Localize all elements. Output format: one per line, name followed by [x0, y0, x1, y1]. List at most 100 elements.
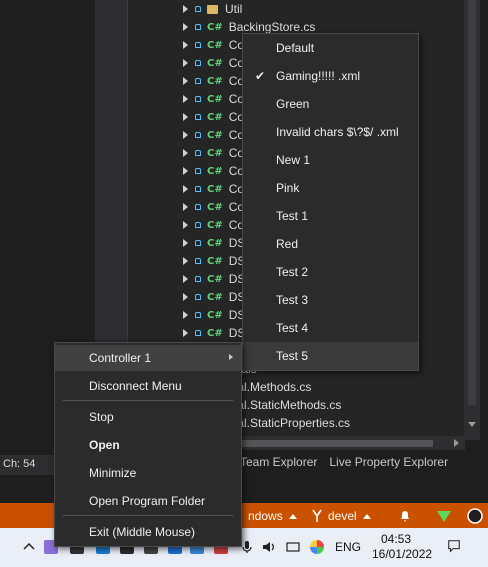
language-indicator[interactable]: ENG — [335, 540, 361, 554]
tree-row-file[interactable]: lbal.StaticProperties.cs — [228, 414, 350, 432]
expand-arrow-icon[interactable] — [183, 23, 188, 31]
scroll-thumb[interactable] — [235, 440, 433, 447]
notification-center-icon[interactable] — [447, 539, 461, 553]
tree-row-file[interactable]: C# Con — [183, 72, 251, 90]
notifications-button[interactable] — [398, 507, 412, 525]
profile-menu-item[interactable]: New 1 — [243, 146, 418, 174]
scroll-down-icon[interactable] — [468, 422, 476, 427]
context-menu-item-label: Stop — [89, 410, 114, 424]
context-menu-item[interactable]: Exit (Middle Mouse) — [55, 519, 241, 545]
lock-icon — [195, 150, 201, 156]
tab-team-explorer[interactable]: Team Explorer — [240, 455, 317, 471]
tree-row-file[interactable]: C# Con — [183, 90, 251, 108]
windows-selector[interactable]: ndows — [248, 507, 297, 525]
profile-menu-item[interactable]: Red — [243, 230, 418, 258]
csharp-file-icon: C# — [207, 219, 223, 231]
profile-menu-item[interactable]: Test 3 — [243, 286, 418, 314]
caret-up-icon — [362, 513, 371, 519]
context-menu-item[interactable]: Controller 1 — [55, 345, 241, 371]
profile-menu-item[interactable]: Pink — [243, 174, 418, 202]
caret-position: Ch: 54 — [0, 455, 60, 475]
profile-menu-item[interactable]: Default — [243, 34, 418, 62]
context-menu-item[interactable]: Disconnect Menu — [55, 373, 241, 399]
tree-row-file[interactable]: C# Con — [183, 162, 251, 180]
profile-menu-item[interactable]: Invalid chars $\?$/ .xml — [243, 118, 418, 146]
submenu-arrow-icon — [229, 354, 233, 360]
tree-row-file[interactable]: C# Con — [183, 180, 251, 198]
context-menu-item[interactable]: Open Program Folder — [55, 488, 241, 514]
tree-row-file[interactable]: lbal.StaticMethods.cs — [228, 396, 341, 414]
context-menu-item[interactable]: Open — [55, 432, 241, 458]
clock[interactable]: 04:53 16/01/2022 — [372, 532, 433, 562]
branch-selector[interactable]: devel — [310, 507, 371, 525]
profile-menu-item[interactable]: Test 5 — [243, 342, 418, 370]
tree-row-label: lbal.StaticProperties.cs — [228, 416, 351, 430]
profile-menu-item-label: Test 5 — [276, 349, 309, 363]
account-button[interactable] — [466, 507, 484, 525]
tree-row-file[interactable]: C# Con — [183, 198, 251, 216]
expand-arrow-icon[interactable] — [183, 5, 188, 13]
speaker-icon[interactable] — [262, 540, 276, 554]
expand-arrow-icon[interactable] — [183, 113, 188, 121]
chevron-up-icon[interactable] — [22, 540, 36, 554]
lock-icon — [195, 96, 201, 102]
expand-arrow-icon[interactable] — [183, 221, 188, 229]
date: 16/01/2022 — [372, 547, 433, 561]
profile-menu-item[interactable]: ✔ Gaming!!!!! .xml — [243, 62, 418, 90]
network-icon[interactable] — [286, 540, 300, 554]
lock-icon — [195, 258, 201, 264]
csharp-file-icon: C# — [207, 309, 223, 321]
expand-arrow-icon[interactable] — [183, 275, 188, 283]
profile-menu-item[interactable]: Green — [243, 90, 418, 118]
csharp-file-icon: C# — [207, 57, 223, 69]
lock-icon — [195, 78, 201, 84]
context-menu-item-label: Exit (Middle Mouse) — [89, 525, 196, 539]
profile-menu-item[interactable]: Test 2 — [243, 258, 418, 286]
expand-arrow-icon[interactable] — [183, 41, 188, 49]
tree-row-file[interactable]: C# Con — [183, 108, 251, 126]
expand-arrow-icon[interactable] — [183, 293, 188, 301]
feedback-button[interactable] — [436, 507, 452, 525]
bell-icon — [401, 511, 409, 522]
tree-row-file[interactable]: C# Con — [183, 54, 251, 72]
microphone-icon[interactable] — [240, 540, 254, 554]
tab-live-property-explorer[interactable]: Live Property Explorer — [329, 455, 448, 471]
expand-arrow-icon[interactable] — [183, 95, 188, 103]
expand-arrow-icon[interactable] — [183, 59, 188, 67]
tree-row-file[interactable]: C# Con — [183, 144, 251, 162]
expand-arrow-icon[interactable] — [183, 239, 188, 247]
expand-arrow-icon[interactable] — [183, 149, 188, 157]
lock-icon — [195, 42, 201, 48]
tree-row-file[interactable]: C# Con — [183, 216, 251, 234]
app-icon[interactable] — [310, 540, 324, 554]
profile-menu-item-label: Pink — [276, 181, 300, 195]
profile-menu-item-label: Test 4 — [276, 321, 309, 335]
branch-label: devel — [328, 509, 357, 523]
vertical-scrollbar[interactable] — [464, 0, 480, 440]
triangle-down-icon — [437, 511, 451, 522]
lock-icon — [195, 6, 201, 12]
expand-arrow-icon[interactable] — [183, 311, 188, 319]
lock-icon — [195, 114, 201, 120]
expand-arrow-icon[interactable] — [183, 329, 188, 337]
context-menu-item-label: Open Program Folder — [89, 494, 206, 508]
expand-arrow-icon[interactable] — [183, 77, 188, 85]
scroll-right-icon[interactable] — [454, 439, 459, 447]
scroll-thumb[interactable] — [468, 0, 476, 405]
expand-arrow-icon[interactable] — [183, 167, 188, 175]
tree-row-file[interactable]: C# Con — [183, 36, 251, 54]
tree-row-folder[interactable]: Util — [183, 0, 242, 18]
expand-arrow-icon[interactable] — [183, 185, 188, 193]
profile-menu-item[interactable]: Test 1 — [243, 202, 418, 230]
profile-menu-item[interactable]: Test 4 — [243, 314, 418, 342]
expand-arrow-icon[interactable] — [183, 203, 188, 211]
horizontal-scrollbar[interactable] — [235, 436, 465, 450]
expand-arrow-icon[interactable] — [183, 131, 188, 139]
profile-menu-item-label: Test 1 — [276, 209, 309, 223]
context-menu-item[interactable]: Minimize — [55, 460, 241, 486]
profile-menu-item-label: Red — [276, 237, 299, 251]
context-menu-item[interactable]: Stop — [55, 404, 241, 430]
expand-arrow-icon[interactable] — [183, 257, 188, 265]
tree-row-file[interactable]: C# Con — [183, 126, 251, 144]
csharp-file-icon: C# — [207, 129, 223, 141]
